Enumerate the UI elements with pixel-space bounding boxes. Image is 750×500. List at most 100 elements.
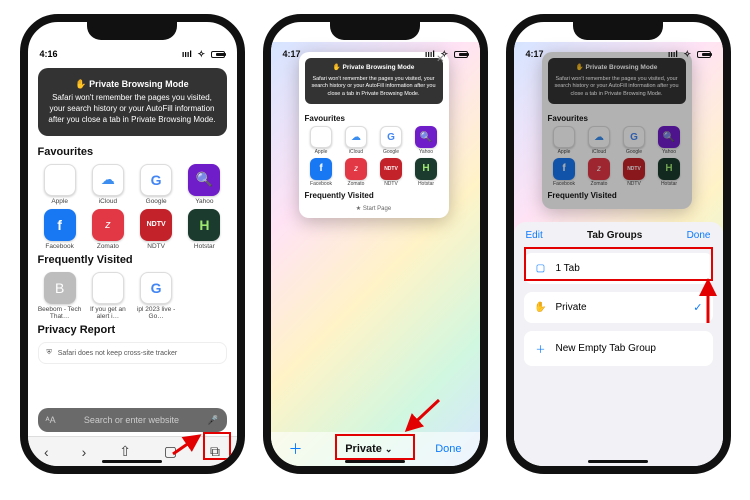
bookmarks-button[interactable]: ▢ <box>164 443 177 460</box>
new-tab-group-button[interactable]: ＋ New Empty Tab Group <box>524 331 713 366</box>
phone-1: 4:16 ıııl ✧ ✋ Private Browsing Mode Safa… <box>20 14 245 474</box>
back-button[interactable]: ‹ <box>44 444 49 460</box>
favourites-grid: Apple ☁iCloud GGoogle 🔍Yahoo fFacebook z… <box>305 126 443 187</box>
sheet-title: Tab Groups <box>587 230 642 241</box>
cell-label: 1 Tab <box>556 263 580 274</box>
status-indicators: ıııl ✧ <box>665 49 711 60</box>
hotstar-icon: H <box>188 209 220 241</box>
privacy-heading: Privacy Report <box>38 324 227 336</box>
cloud-icon: ☁ <box>345 126 367 148</box>
hand-icon: ✋ <box>534 302 548 313</box>
signal-icon: ıııl <box>668 49 678 59</box>
hotstar-icon: H <box>415 158 437 180</box>
plus-icon: ＋ <box>534 341 548 356</box>
start-page-content[interactable]: ✋ Private Browsing Mode Safari won't rem… <box>28 62 237 404</box>
status-bar: 4:17 ıııl ✧ <box>271 42 480 62</box>
home-indicator[interactable] <box>588 460 648 463</box>
cloud-icon: ☁ <box>588 126 610 148</box>
freq-ipl[interactable]: Gipl 2023 live - Go… <box>134 272 178 320</box>
freq-beebom[interactable]: BBeebom - Tech That… <box>38 272 82 320</box>
tab-group-selector[interactable]: Private ⌄ <box>345 443 392 455</box>
frequently-grid: BBeebom - Tech That… If you get an alert… <box>38 272 227 320</box>
status-bar: 4:17 ıııl ✧ <box>514 42 723 62</box>
edit-button[interactable]: Edit <box>526 230 543 241</box>
apple-icon <box>44 164 76 196</box>
home-indicator[interactable] <box>345 460 405 463</box>
search-icon: 🔍 <box>188 164 220 196</box>
banner-body: Safari won't remember the pages you visi… <box>46 93 219 125</box>
phone-2: 4:17 ıııl ✧ ✕ ✋ Private Browsing Mode Sa… <box>263 14 488 474</box>
google-icon: G <box>623 126 645 148</box>
tab-groups-sheet: Edit Tab Groups Done ▢ 1 Tab ✋ Private ✓… <box>514 222 723 466</box>
done-button[interactable]: Done <box>435 443 461 455</box>
apple-icon <box>553 126 575 148</box>
hotstar-icon: H <box>658 158 680 180</box>
new-tab-button[interactable]: ＋ <box>289 439 303 459</box>
apple-icon <box>310 126 332 148</box>
notch <box>330 22 420 40</box>
favourites-heading: Favourites <box>305 114 443 123</box>
private-browsing-banner: ✋ Private Browsing Mode Safari won't rem… <box>305 58 443 104</box>
checkmark-icon: ✓ <box>693 301 702 314</box>
frequently-heading: Frequently Visited <box>38 254 227 266</box>
freq-apple-alert[interactable]: If you get an alert i… <box>86 272 130 320</box>
privacy-aa-icon[interactable]: ᴬA <box>46 415 56 425</box>
wifi-icon: ✧ <box>440 49 448 59</box>
zomato-icon: z <box>345 158 367 180</box>
share-button[interactable]: ⇧ <box>119 443 131 460</box>
fav-hotstar[interactable]: HHotstar <box>182 209 226 250</box>
tab-thumbnail[interactable]: ✕ ✋ Private Browsing Mode Safari won't r… <box>299 52 449 218</box>
fav-facebook[interactable]: fFacebook <box>38 209 82 250</box>
fav-icloud[interactable]: ☁iCloud <box>86 164 130 205</box>
cell-label: New Empty Tab Group <box>556 343 656 354</box>
privacy-text: Safari does not keep cross-site tracker <box>58 350 177 357</box>
tab-group-private[interactable]: ✋ Private ✓ <box>524 292 713 323</box>
banner-title: ✋ Private Browsing Mode <box>310 64 438 73</box>
status-time: 4:17 <box>283 49 301 59</box>
beebom-icon: B <box>44 272 76 304</box>
status-time: 4:16 <box>40 49 58 59</box>
banner-body: Safari won't remember the pages you visi… <box>310 76 438 98</box>
forward-button[interactable]: › <box>82 444 87 460</box>
ndtv-icon: NDTV <box>623 158 645 180</box>
home-indicator[interactable] <box>102 460 162 463</box>
ndtv-icon: NDTV <box>140 209 172 241</box>
tabs-button[interactable]: ⧉ <box>210 443 220 460</box>
fav-yahoo[interactable]: 🔍Yahoo <box>182 164 226 205</box>
battery-icon <box>211 51 225 58</box>
done-button[interactable]: Done <box>687 230 711 241</box>
address-bar[interactable]: ᴬA Search or enter website 🎤 <box>38 408 227 432</box>
sheet-header: Edit Tab Groups Done <box>514 222 723 249</box>
fav-ndtv[interactable]: NDTVNDTV <box>134 209 178 250</box>
wifi-icon: ✧ <box>683 49 691 59</box>
favourites-heading: Favourites <box>38 146 227 158</box>
signal-icon: ıııl <box>182 49 192 59</box>
privacy-row[interactable]: ⛨ Safari does not keep cross-site tracke… <box>38 342 227 364</box>
tab-title: ★ Start Page <box>305 205 443 212</box>
facebook-icon: f <box>310 158 332 180</box>
favourites-grid: Apple ☁iCloud GGoogle 🔍Yahoo fFacebook z… <box>38 164 227 250</box>
status-bar: 4:16 ıııl ✧ <box>28 42 237 62</box>
wifi-icon: ✧ <box>197 49 205 59</box>
chevron-down-icon: ⌄ <box>385 444 393 455</box>
private-browsing-banner: ✋ Private Browsing Mode Safari won't rem… <box>548 58 686 104</box>
fav-apple[interactable]: Apple <box>38 164 82 205</box>
facebook-icon: f <box>553 158 575 180</box>
private-browsing-banner: ✋ Private Browsing Mode Safari won't rem… <box>38 68 227 136</box>
facebook-icon: f <box>44 209 76 241</box>
search-icon: 🔍 <box>415 126 437 148</box>
frequently-heading: Frequently Visited <box>305 191 443 200</box>
cloud-icon: ☁ <box>92 164 124 196</box>
shield-icon: ⛨ <box>47 349 52 357</box>
google-icon: G <box>140 164 172 196</box>
fav-google[interactable]: GGoogle <box>134 164 178 205</box>
tab-thumbnail-dimmed: ✋ Private Browsing Mode Safari won't rem… <box>542 52 692 209</box>
notch <box>87 22 177 40</box>
fav-zomato[interactable]: zZomato <box>86 209 130 250</box>
notch <box>573 22 663 40</box>
apple-icon <box>92 272 124 304</box>
tab-group-1tab[interactable]: ▢ 1 Tab <box>524 253 713 284</box>
battery-icon <box>454 51 468 58</box>
mic-icon[interactable]: 🎤 <box>207 415 218 426</box>
cell-label: Private <box>556 302 587 313</box>
